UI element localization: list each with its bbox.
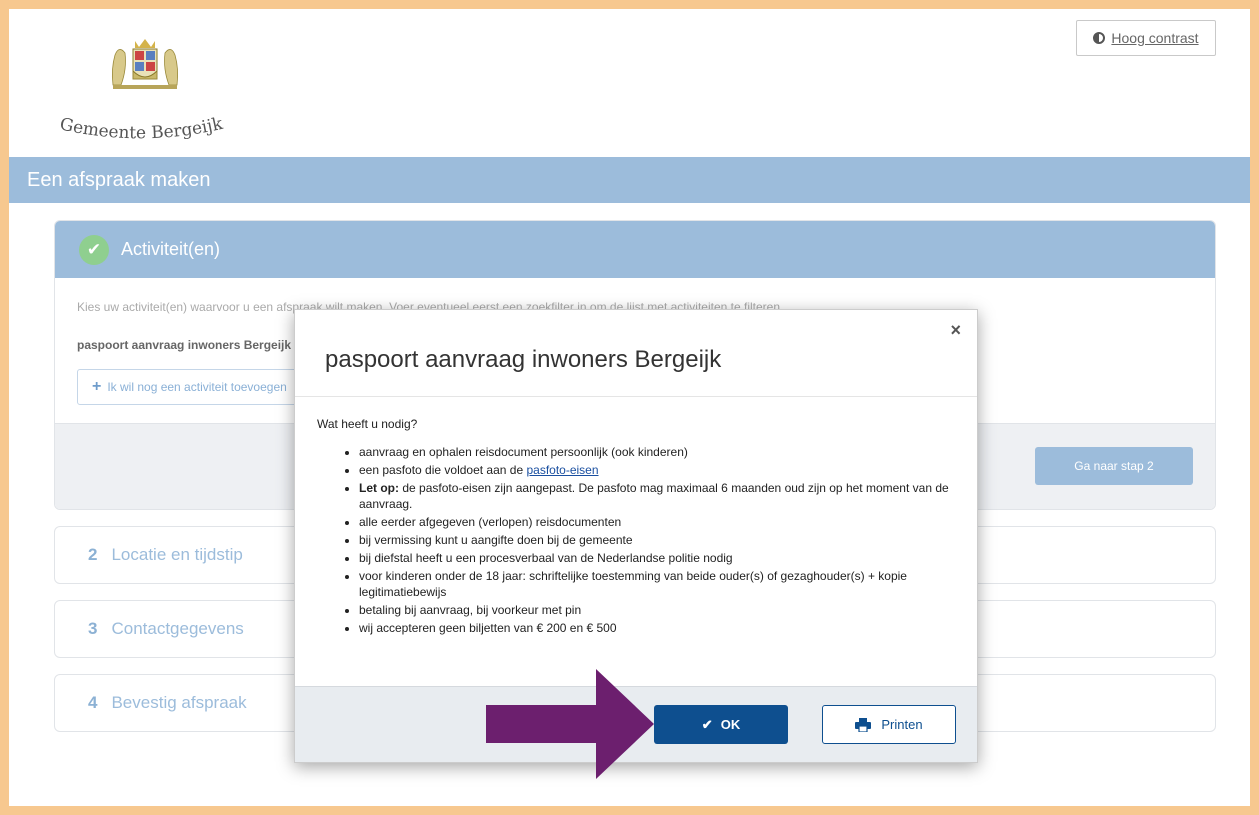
step-label: Contactgegevens	[111, 619, 244, 638]
list-item: aanvraag en ophalen reisdocument persoon…	[359, 444, 955, 460]
check-icon: ✔	[79, 234, 109, 265]
high-contrast-label: Hoog contrast	[1111, 30, 1199, 46]
step-label: Locatie en tijdstip	[111, 545, 243, 564]
printer-icon	[855, 717, 872, 732]
step-header-activities[interactable]: ✔ Activiteit(en)	[55, 221, 1215, 278]
step-label: Bevestig afspraak	[111, 693, 247, 712]
print-label: Printen	[881, 717, 923, 732]
header: Gemeente Bergeijk Hoog contrast	[9, 9, 1250, 157]
ok-label: OK	[720, 717, 741, 732]
modal-intro: Wat heeft u nodig?	[317, 417, 418, 431]
requirements-list: aanvraag en ophalen reisdocument persoon…	[317, 444, 955, 636]
modal-body: Wat heeft u nodig? aanvraag en ophalen r…	[295, 397, 977, 636]
list-item: Let op: de pasfoto-eisen zijn aangepast.…	[359, 480, 955, 512]
pointer-arrow-icon	[486, 669, 654, 779]
page-frame: Gemeente Bergeijk Hoog contrast Een afsp…	[9, 9, 1250, 806]
add-activity-label: Ik wil nog een activiteit toevoegen	[107, 380, 287, 394]
svg-text:Gemeente Bergeijk: Gemeente Bergeijk	[58, 114, 225, 144]
close-icon[interactable]: ×	[950, 320, 961, 341]
crest-icon	[111, 39, 179, 89]
modal-header: paspoort aanvraag inwoners Bergeijk ×	[295, 310, 977, 397]
checkmark-icon: ✔	[701, 716, 713, 732]
selected-activity: paspoort aanvraag inwoners Bergeijk	[77, 338, 292, 352]
municipality-logo[interactable]: Gemeente Bergeijk	[55, 25, 255, 155]
list-item: bij vermissing kunt u aangifte doen bij …	[359, 532, 955, 548]
pasfoto-eisen-link[interactable]: pasfoto-eisen	[526, 463, 598, 477]
plus-icon: +	[92, 378, 102, 395]
list-item: bij diefstal heeft u een procesverbaal v…	[359, 550, 955, 566]
step-number: 2	[88, 545, 98, 564]
next-step-button[interactable]: Ga naar stap 2	[1035, 447, 1193, 485]
list-item: wij accepteren geen biljetten van € 200 …	[359, 620, 955, 636]
ok-button[interactable]: ✔ OK	[654, 705, 788, 744]
modal-title: paspoort aanvraag inwoners Bergeijk	[325, 346, 722, 373]
logo-wordmark: Gemeente Bergeijk	[58, 114, 225, 144]
contrast-icon	[1093, 32, 1106, 44]
list-item: betaling bij aanvraag, bij voorkeur met …	[359, 602, 955, 618]
list-item: voor kinderen onder de 18 jaar: schrifte…	[359, 568, 955, 600]
list-item: een pasfoto die voldoet aan de pasfoto-e…	[359, 462, 955, 478]
step-number: 3	[88, 619, 98, 638]
list-item: alle eerder afgegeven (verlopen) reisdoc…	[359, 514, 955, 530]
page-title: Een afspraak maken	[9, 157, 1250, 203]
step-title-activities: Activiteit(en)	[121, 239, 221, 259]
high-contrast-button[interactable]: Hoog contrast	[1076, 20, 1216, 56]
step-number: 4	[88, 693, 98, 712]
print-button[interactable]: Printen	[822, 705, 956, 744]
